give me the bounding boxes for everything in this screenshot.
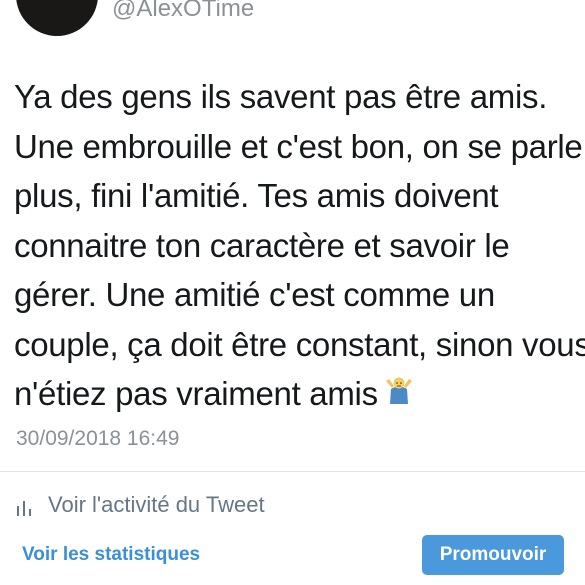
- avatar[interactable]: [16, 0, 98, 36]
- tweet-text-line: gérer. Une amitié c'est comme un: [14, 276, 495, 313]
- tweet-activity-label: Voir l'activité du Tweet: [48, 492, 265, 517]
- tweet-text-line: couple, ça doit être constant, sinon vou…: [14, 325, 585, 363]
- tweet-text-last-line: n'étiez pas vraiment amis: [14, 369, 580, 419]
- view-statistics-link[interactable]: Voir les statistiques: [22, 543, 200, 567]
- tweet-text-line: Une embrouille et c'est bon, on se parle: [14, 127, 583, 165]
- tweet-text: Ya des gens ils savent pas être amis. Un…: [14, 72, 585, 419]
- user-handle[interactable]: @AlexOTime: [112, 0, 254, 24]
- tweet-activity-link[interactable]: Voir l'activité du Tweet: [16, 490, 265, 520]
- tweet-text-line: Ya des gens ils savent pas être amis.: [14, 78, 548, 115]
- promote-button[interactable]: Promouvoir: [422, 535, 564, 575]
- tweet-timestamp: 30/09/2018 16:49: [16, 427, 180, 450]
- person-shrugging-emoji-icon: [384, 369, 414, 419]
- tweet-text-line: plus, fini l'amitié. Tes amis doivent: [14, 177, 499, 214]
- bar-chart-icon: [16, 496, 32, 516]
- tweet-text-line: n'étiez pas vraiment amis: [14, 375, 378, 412]
- tweet-card: @AlexOTime Ya des gens ils savent pas êt…: [0, 0, 585, 585]
- tweet-text-line: connaitre ton caractère et savoir le: [14, 226, 510, 264]
- divider: [0, 471, 585, 472]
